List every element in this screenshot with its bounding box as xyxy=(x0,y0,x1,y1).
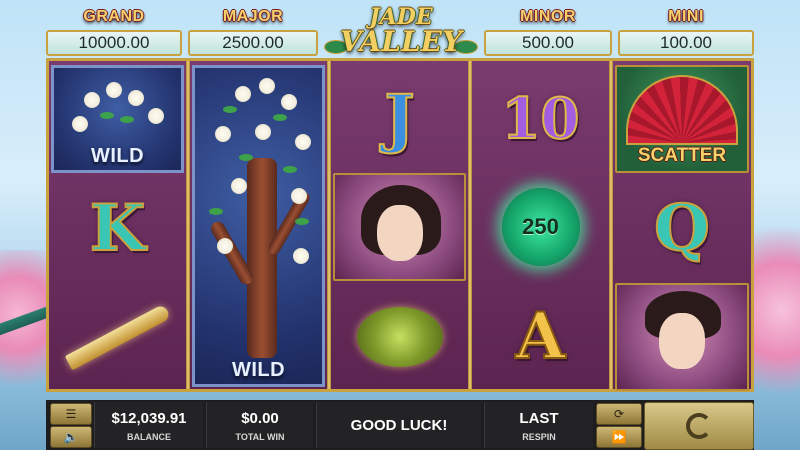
jackpot-major: MAJOR 2500.00 xyxy=(188,6,318,58)
autoplay-button[interactable]: ⟳ xyxy=(596,403,642,425)
total-win-label: TOTAL WIN xyxy=(235,432,285,442)
reel-3: J xyxy=(331,61,468,389)
coin-icon: 250 xyxy=(501,188,580,266)
j-symbol: J xyxy=(333,65,466,173)
a-letter: A xyxy=(515,299,567,374)
pagoda-roof-decor xyxy=(0,300,50,340)
respin-value: LAST xyxy=(519,410,559,427)
jade-coin-symbol: 250 xyxy=(474,173,607,281)
blossom-icon xyxy=(84,92,100,108)
blossom-icon xyxy=(259,78,275,94)
blossom-icon xyxy=(215,126,231,142)
respin-panel: LAST RESPIN xyxy=(484,402,593,448)
q-symbol: Q xyxy=(615,175,749,283)
ten-number: 10 xyxy=(501,86,581,152)
blossom-icon xyxy=(281,94,297,110)
blossom-icon xyxy=(231,178,247,194)
scatter-label: SCATTER xyxy=(637,145,727,166)
jackpot-minor: MINOR 500.00 xyxy=(484,6,612,58)
total-win-value: $0.00 xyxy=(241,410,279,427)
game-logo: JADE VALLEY xyxy=(322,4,480,64)
blossom-icon xyxy=(148,108,164,124)
k-symbol: K xyxy=(51,175,184,283)
balance-value: $12,039.91 xyxy=(111,410,187,427)
reel-1: WILD K xyxy=(49,61,186,389)
blossom-icon xyxy=(72,116,88,132)
wild-tree-stacked-symbol: WILD xyxy=(192,65,325,387)
fast-forward-icon: ⏩ xyxy=(611,430,627,444)
leaf-icon xyxy=(283,166,297,173)
respin-label: RESPIN xyxy=(522,432,556,442)
fan-icon xyxy=(626,75,738,145)
hairpin-icon xyxy=(356,307,443,367)
jackpot-value: 10000.00 xyxy=(46,30,182,56)
jackpot-value: 500.00 xyxy=(484,30,612,56)
blossom-icon xyxy=(255,124,271,140)
jade-hairpin-symbol xyxy=(333,283,466,391)
blossom-icon xyxy=(293,248,309,264)
menu-icon: ☰ xyxy=(65,407,77,421)
reel-5: SCATTER Q xyxy=(613,61,751,391)
jackpot-bar: GRAND 10000.00 MAJOR 2500.00 JADE VALLEY… xyxy=(46,4,754,58)
control-bar: ☰ 🔈 $12,039.91 BALANCE $0.00 TOTAL WIN G… xyxy=(46,400,754,450)
wild-label: WILD xyxy=(231,359,286,381)
leaf-icon xyxy=(223,106,237,113)
balance-panel: $12,039.91 BALANCE xyxy=(94,402,203,448)
jackpot-label: MINOR xyxy=(520,8,576,25)
balance-label: BALANCE xyxy=(127,432,171,442)
tree-trunk xyxy=(247,158,277,358)
sound-button[interactable]: 🔈 xyxy=(50,426,92,448)
menu-button[interactable]: ☰ xyxy=(50,403,92,425)
speaker-icon: 🔈 xyxy=(63,430,79,444)
wild-label: WILD xyxy=(90,145,145,167)
leaf-icon xyxy=(295,218,309,225)
a-symbol: A xyxy=(474,283,607,391)
leaf-icon xyxy=(239,154,253,161)
reel-4: 10 250 A xyxy=(472,61,609,389)
q-letter: Q xyxy=(653,191,711,266)
wild-blossom-symbol: WILD xyxy=(51,65,184,173)
blossom-icon xyxy=(295,134,311,150)
total-win-panel: $0.00 TOTAL WIN xyxy=(206,402,313,448)
jackpot-grand: GRAND 10000.00 xyxy=(46,6,182,58)
spin-icon xyxy=(686,413,712,439)
leaf-icon xyxy=(100,112,114,119)
face-icon xyxy=(376,205,423,261)
coin-value: 250 xyxy=(522,214,559,239)
turbo-button[interactable]: ⏩ xyxy=(596,426,642,448)
golden-dagger-symbol xyxy=(51,283,184,391)
k-letter: K xyxy=(89,191,147,266)
scatter-fan-symbol: SCATTER xyxy=(615,65,749,173)
dagger-icon xyxy=(64,303,171,371)
spin-button[interactable] xyxy=(644,402,754,450)
blossom-icon xyxy=(217,238,233,254)
j-letter: J xyxy=(383,81,415,156)
jackpot-value: 2500.00 xyxy=(188,30,318,56)
blossom-icon xyxy=(235,86,251,102)
leaf-icon xyxy=(209,208,223,215)
leaf-icon xyxy=(120,116,134,123)
reel-2: WILD xyxy=(190,61,327,389)
jackpot-label: MINI xyxy=(668,8,704,25)
status-message: GOOD LUCK! xyxy=(350,417,448,434)
princess-portrait-symbol xyxy=(333,173,466,281)
blossom-icon xyxy=(291,188,307,204)
face-icon xyxy=(659,313,705,369)
jackpot-value: 100.00 xyxy=(618,30,754,56)
warrior-portrait-symbol xyxy=(615,283,749,391)
ten-symbol: 10 xyxy=(474,65,607,173)
logo-line-2: VALLEY xyxy=(340,25,462,58)
blossom-icon xyxy=(128,90,144,106)
jackpot-mini: MINI 100.00 xyxy=(618,6,754,58)
cycle-icon: ⟳ xyxy=(613,407,625,421)
leaf-icon xyxy=(273,114,287,121)
reel-grid: WILD K WILD J 10 250 A SCATTER Q xyxy=(46,58,754,392)
jackpot-label: GRAND xyxy=(83,8,145,25)
jackpot-label: MAJOR xyxy=(222,8,284,25)
blossom-icon xyxy=(106,82,122,98)
message-panel: GOOD LUCK! xyxy=(316,402,481,448)
